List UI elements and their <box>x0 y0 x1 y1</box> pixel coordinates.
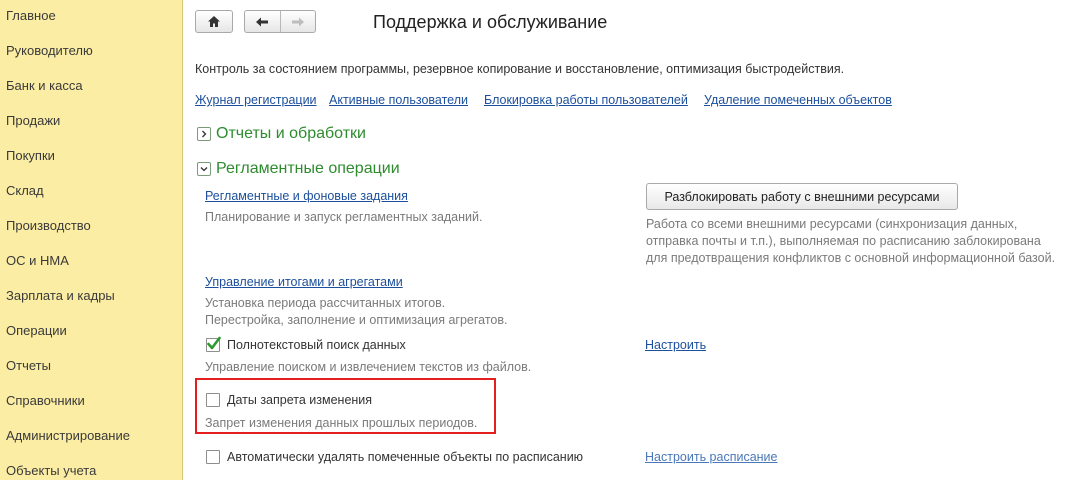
users-lock-link[interactable]: Блокировка работы пользователей <box>484 93 688 107</box>
reports-section-toggle[interactable] <box>197 127 211 141</box>
active-users-link[interactable]: Активные пользователи <box>329 93 468 107</box>
event-log-link[interactable]: Журнал регистрации <box>195 93 317 107</box>
sidebar-item-catalogs[interactable]: Справочники <box>6 393 85 408</box>
chevron-right-icon <box>202 130 207 138</box>
routine-section-title[interactable]: Регламентные операции <box>216 160 400 178</box>
auto-delete-schedule-link[interactable]: Настроить расписание <box>645 450 778 464</box>
back-button[interactable] <box>245 11 280 32</box>
sidebar-item-sales[interactable]: Продажи <box>6 113 60 128</box>
page-description: Контроль за состоянием программы, резерв… <box>195 62 845 76</box>
change-dates-hint: Запрет изменения данных прошлых периодов… <box>205 416 478 430</box>
history-navigation <box>244 10 316 33</box>
checkmark-icon <box>207 336 221 350</box>
fulltext-search-hint: Управление поиском и извлечением текстов… <box>205 360 532 374</box>
change-dates-label[interactable]: Даты запрета изменения <box>227 393 372 407</box>
totals-aggregates-link[interactable]: Управление итогами и агрегатами <box>205 275 403 289</box>
fulltext-search-checkbox[interactable] <box>206 336 221 352</box>
auto-delete-checkbox[interactable] <box>206 450 220 464</box>
scheduled-jobs-link[interactable]: Регламентные и фоновые задания <box>205 189 408 203</box>
home-button[interactable] <box>195 10 233 33</box>
fulltext-configure-link[interactable]: Настроить <box>645 338 706 352</box>
routine-section-toggle[interactable] <box>197 162 211 176</box>
sidebar-item-accounting-objects[interactable]: Объекты учета <box>6 463 96 478</box>
sidebar-item-production[interactable]: Производство <box>6 218 91 233</box>
sidebar-item-purchases[interactable]: Покупки <box>6 148 55 163</box>
sidebar-item-bank[interactable]: Банк и касса <box>6 78 83 93</box>
sidebar-item-manager[interactable]: Руководителю <box>6 43 93 58</box>
unlock-external-resources-button[interactable]: Разблокировать работу с внешними ресурса… <box>646 183 958 210</box>
reports-section-title[interactable]: Отчеты и обработки <box>216 125 366 143</box>
main-panel: Поддержка и обслуживание Контроль за сос… <box>184 0 1091 480</box>
sections-sidebar: Главное Руководителю Банк и касса Продаж… <box>0 0 183 480</box>
chevron-down-icon <box>200 167 208 172</box>
fulltext-search-label[interactable]: Полнотекстовый поиск данных <box>227 338 406 352</box>
sidebar-item-operations[interactable]: Операции <box>6 323 67 338</box>
page-title: Поддержка и обслуживание <box>373 12 608 32</box>
home-icon <box>208 16 220 27</box>
auto-delete-label[interactable]: Автоматически удалять помеченные объекты… <box>227 450 583 464</box>
totals-hint-line-2: Перестройка, заполнение и оптимизация аг… <box>205 313 508 327</box>
external-resources-hint-line-3: для предотвращения конфликтов с основной… <box>646 251 1056 265</box>
change-dates-checkbox[interactable] <box>206 393 220 407</box>
scheduled-jobs-hint: Планирование и запуск регламентных задан… <box>205 210 483 224</box>
arrow-right-icon <box>291 17 304 26</box>
forward-button[interactable] <box>279 11 316 32</box>
delete-marked-link[interactable]: Удаление помеченных объектов <box>704 93 892 107</box>
sidebar-item-warehouse[interactable]: Склад <box>6 183 44 198</box>
sidebar-item-administration[interactable]: Администрирование <box>6 428 130 443</box>
arrow-left-icon <box>256 17 269 26</box>
sidebar-item-reports[interactable]: Отчеты <box>6 358 51 373</box>
sidebar-item-fixed-assets[interactable]: ОС и НМА <box>6 253 69 268</box>
sidebar-item-payroll[interactable]: Зарплата и кадры <box>6 288 115 303</box>
sidebar-item-main[interactable]: Главное <box>6 8 56 23</box>
